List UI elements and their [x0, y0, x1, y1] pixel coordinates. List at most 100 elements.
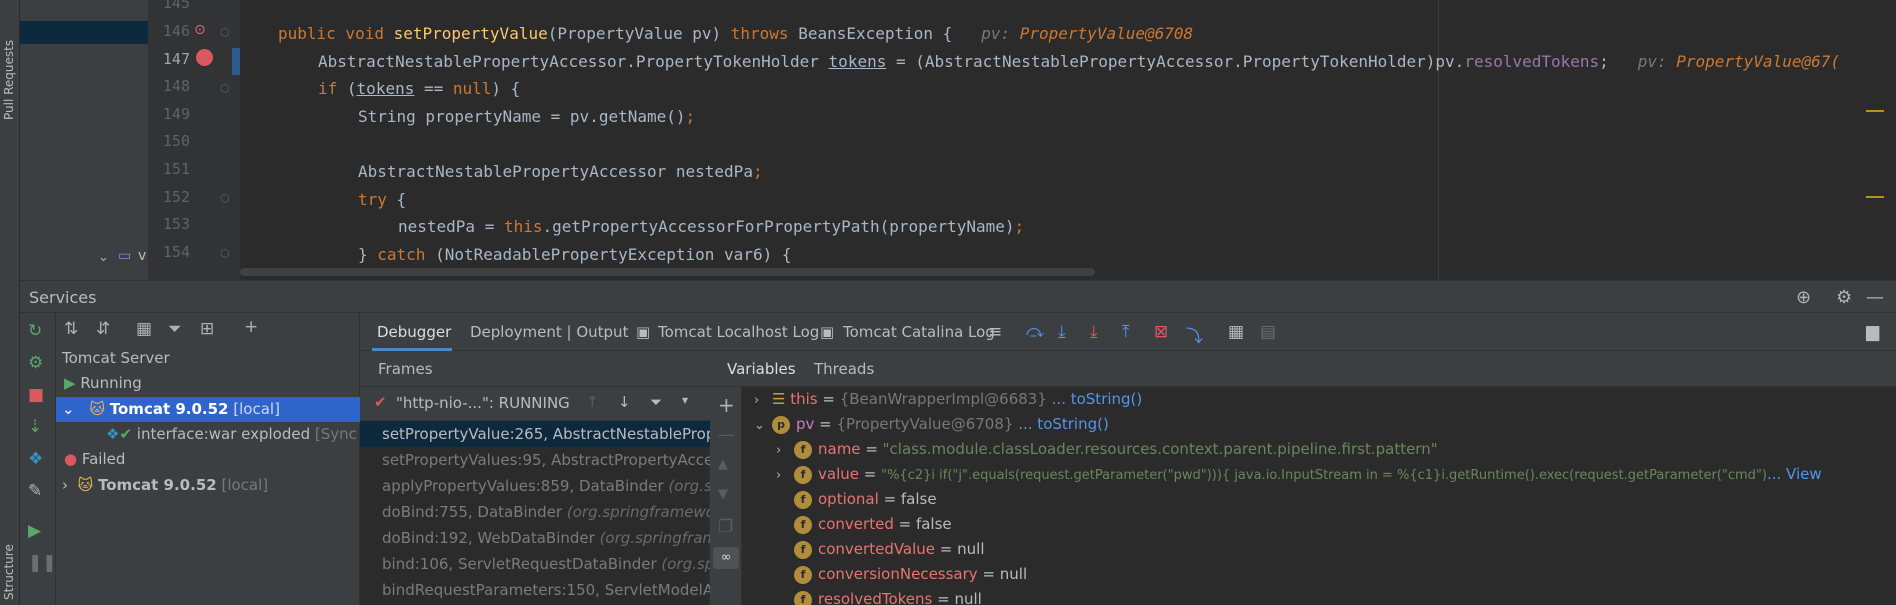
- tab-debugger[interactable]: Debugger: [377, 323, 451, 341]
- var-value: "class.module.classLoader.resources.cont…: [882, 440, 1438, 458]
- pause-icon[interactable]: ❚❚: [28, 553, 57, 573]
- variable-row[interactable]: ⌄ p pv = {PropertyValue@6708} ... toString…: [754, 412, 1109, 437]
- move-up-icon[interactable]: ▲: [718, 457, 728, 472]
- evaluate-icon[interactable]: ▦: [1228, 322, 1244, 342]
- wrench-icon[interactable]: ✎: [28, 481, 42, 501]
- trace-icon[interactable]: ▤: [1260, 322, 1276, 342]
- frame-package: (org.springframewor: [566, 503, 710, 521]
- fold-icon[interactable]: ⬡: [220, 192, 230, 205]
- error-stripe-mark[interactable]: [1866, 196, 1884, 198]
- menu-icon[interactable]: ≡: [988, 322, 1002, 342]
- tree-item-artifact[interactable]: ❖✔ interface:war exploded [Sync: [106, 422, 357, 447]
- chevron-right-icon[interactable]: ›: [754, 388, 772, 413]
- error-stripe-mark[interactable]: [1866, 110, 1884, 112]
- left-tool-strip: Pull Requests Structure: [0, 0, 20, 605]
- tab-deployment-output[interactable]: Deployment | Output: [470, 323, 628, 341]
- filter-icon[interactable]: ⏷: [168, 319, 182, 339]
- var-value: null: [999, 565, 1028, 583]
- group-icon[interactable]: ▦: [136, 319, 152, 339]
- variable-row[interactable]: › f value = "%{c2}i if("j".equals(request.…: [776, 462, 1896, 487]
- stop-icon[interactable]: ■: [28, 385, 44, 405]
- field-icon: f: [794, 515, 812, 534]
- chevron-down-icon[interactable]: ▾: [682, 393, 688, 407]
- update-icon[interactable]: ⚙: [28, 353, 43, 373]
- remove-watch-icon[interactable]: —: [718, 425, 735, 445]
- step-into-icon[interactable]: ⤓: [1058, 322, 1066, 342]
- layout-icon[interactable]: ▆: [1866, 322, 1879, 342]
- horizontal-scrollbar[interactable]: [240, 268, 1095, 276]
- stack-frame[interactable]: setPropertyValues:95, AbstractPropertyAc…: [360, 447, 710, 473]
- expand-all-icon[interactable]: ⇅: [64, 319, 78, 339]
- variable-row[interactable]: f conversionNecessary = null: [794, 562, 1027, 587]
- tree-item-tomcat-local[interactable]: ⌄ 🐱 Tomcat 9.0.52 [local]: [56, 397, 360, 422]
- stack-frame[interactable]: doBind:192, WebDataBinder (org.springfra…: [360, 525, 710, 551]
- tab-threads[interactable]: Threads: [814, 360, 874, 378]
- tab-tomcat-catalina-log[interactable]: Tomcat Catalina Log: [843, 323, 995, 341]
- structure-tab[interactable]: Structure: [2, 520, 16, 600]
- variable-row[interactable]: f resolvedTokens = null: [794, 587, 982, 605]
- fold-icon[interactable]: ⬡: [220, 26, 230, 39]
- new-tab-icon[interactable]: ⊞: [200, 319, 214, 339]
- fold-icon[interactable]: ⬡: [220, 82, 230, 95]
- tab-tomcat-localhost-log[interactable]: Tomcat Localhost Log: [658, 323, 819, 341]
- variable-row[interactable]: f optional = false: [794, 487, 937, 512]
- tree-item-failed[interactable]: ● Failed: [64, 447, 125, 472]
- gear-icon[interactable]: ⚙: [1836, 287, 1852, 308]
- variable-row[interactable]: › ☰ this = {BeanWrapperImpl@6683} ... toS…: [754, 387, 1142, 412]
- add-watch-icon[interactable]: +: [718, 393, 735, 417]
- move-down-icon[interactable]: ▼: [718, 487, 728, 502]
- chevron-right-icon[interactable]: ›: [776, 463, 794, 487]
- chevron-right-icon[interactable]: ›: [776, 438, 794, 463]
- var-link[interactable]: ... toString(): [1052, 390, 1143, 408]
- stack-frame[interactable]: setPropertyValue:265, AbstractNestablePr…: [360, 421, 710, 447]
- variables-panel: Variables Threads + — ▲ ▼ ❐ ∞ › ☰ this = …: [710, 351, 1896, 605]
- step-over-icon[interactable]: ⤼: [1026, 322, 1044, 342]
- pull-requests-tab[interactable]: Pull Requests: [2, 10, 16, 120]
- run-to-cursor-icon[interactable]: ⤵: [1186, 322, 1203, 347]
- code-line-146: public void setPropertyValue(PropertyVal…: [278, 24, 1194, 43]
- deploy-icon[interactable]: ⇣: [28, 417, 42, 437]
- variable-row[interactable]: f converted = false: [794, 512, 952, 537]
- variable-row[interactable]: f convertedValue = null: [794, 537, 985, 562]
- chevron-right-icon[interactable]: ›: [62, 476, 78, 494]
- override-marker-icon[interactable]: ⊙: [194, 22, 206, 38]
- thread-selector[interactable]: ✔ "http-nio-...": RUNNING ↑ ↓ ⏷ ▾: [360, 387, 710, 421]
- fold-icon[interactable]: ⬡: [220, 247, 230, 260]
- resume-icon[interactable]: ▶: [28, 521, 41, 541]
- tree-item-tomcat-local-2[interactable]: › 🐱 Tomcat 9.0.52 [local]: [62, 473, 268, 498]
- code-editor[interactable]: public void setPropertyValue(PropertyVal…: [240, 0, 1896, 280]
- copy-icon[interactable]: ❐: [718, 517, 733, 537]
- stack-frame[interactable]: bindRequestParameters:150, ServletModelA…: [360, 577, 710, 603]
- artifact-icon[interactable]: ❖: [28, 449, 43, 469]
- filter-icon[interactable]: ⏷: [650, 393, 662, 411]
- collapse-all-icon[interactable]: ⇵: [96, 319, 110, 339]
- chevron-down-icon[interactable]: ⌄: [754, 413, 772, 438]
- var-link[interactable]: ... toString(): [1018, 415, 1109, 433]
- stack-frame[interactable]: bind:106, ServletRequestDataBinder (org.…: [360, 551, 710, 577]
- target-icon[interactable]: ⊕: [1796, 287, 1811, 308]
- up-arrow-icon[interactable]: ↑: [586, 393, 599, 411]
- tree-item-running[interactable]: ▶ Running: [64, 371, 142, 396]
- down-arrow-icon[interactable]: ↓: [618, 393, 631, 411]
- line-number: 147: [162, 50, 190, 68]
- var-link[interactable]: ... View: [1767, 465, 1822, 483]
- stack-frame[interactable]: doBind:755, DataBinder (org.springframew…: [360, 499, 710, 525]
- tree-item-tomcat-server[interactable]: Tomcat Server: [62, 346, 170, 371]
- drop-frame-icon[interactable]: ⊠: [1154, 322, 1168, 342]
- step-out-icon[interactable]: ⤒: [1122, 322, 1130, 342]
- glasses-icon[interactable]: ∞: [713, 547, 739, 569]
- chevron-down-icon[interactable]: ⌄: [56, 400, 79, 418]
- editor-gutter: 145 146 147 148 149 150 151 152 153 154 …: [148, 0, 240, 280]
- minimize-icon[interactable]: —: [1866, 287, 1884, 308]
- force-step-into-icon[interactable]: ⤓: [1090, 322, 1098, 342]
- chevron-down-icon[interactable]: ⌄: [98, 250, 109, 265]
- stack-frame[interactable]: applyPropertyValues:859, DataBinder (org…: [360, 473, 710, 499]
- add-icon[interactable]: +: [244, 317, 258, 337]
- variable-row[interactable]: › f name = "class.module.classLoader.resou…: [776, 437, 1438, 462]
- project-item-label[interactable]: v: [138, 248, 146, 264]
- code-line-149: String propertyName = pv.getName();: [358, 107, 696, 126]
- rerun-icon[interactable]: ↻: [28, 321, 42, 341]
- tab-variables[interactable]: Variables: [727, 360, 796, 378]
- project-selected-row[interactable]: [20, 21, 148, 44]
- breakpoint-icon[interactable]: [196, 49, 213, 66]
